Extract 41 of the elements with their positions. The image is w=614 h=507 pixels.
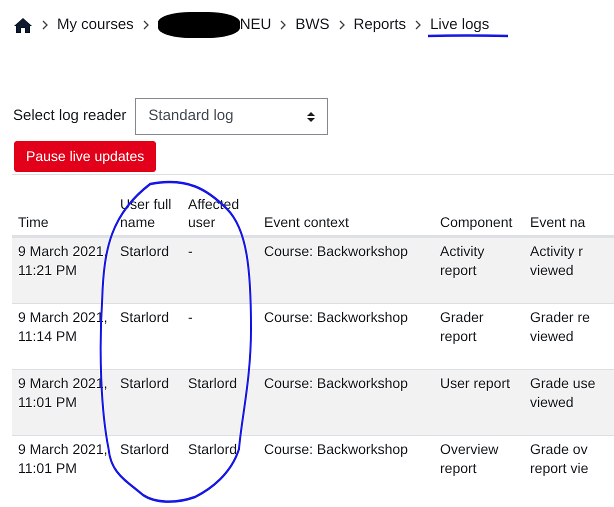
table-cell-text: Starlord — [119, 374, 170, 393]
table-cell-text: User report — [439, 374, 512, 393]
table-cell-text: Course: Backworkshop — [263, 440, 409, 459]
breadcrumb-link[interactable]: Live logs — [430, 14, 490, 36]
table-cell-text: 9 March 2021, 11:01 PM — [17, 440, 108, 478]
table-cell-text: Course: Backworkshop — [263, 242, 409, 261]
table-cell-text: - — [187, 242, 194, 261]
chevron-icon — [415, 20, 422, 30]
table-cell-text: Course: Backworkshop — [263, 308, 409, 327]
breadcrumb-link[interactable]: NEU — [240, 14, 272, 36]
table-cell-text: - — [187, 308, 194, 327]
breadcrumb-link[interactable]: BWS — [295, 14, 330, 36]
table-cell-text: Grader re viewed — [529, 308, 591, 346]
home-icon[interactable] — [13, 16, 33, 34]
table-cell-text: Grader report — [439, 308, 485, 346]
table-cell-text: Starlord — [187, 440, 238, 459]
column-header: Event context — [263, 213, 350, 232]
table-cell-text: Starlord — [119, 308, 170, 327]
table-cell-text: Starlord — [187, 374, 238, 393]
chevron-icon — [338, 20, 345, 30]
table-cell-text: Grade ov report vie — [529, 440, 590, 478]
log-reader-select[interactable]: Standard log — [135, 98, 328, 135]
table-cell-text: Starlord — [119, 242, 170, 261]
breadcrumb-link[interactable]: My courses — [57, 14, 134, 36]
table-cell-text: Activity report — [439, 242, 486, 280]
pause-button[interactable]: Pause live updates — [14, 141, 156, 172]
table-cell-text: Course: Backworkshop — [263, 374, 409, 393]
table-cell-text: Starlord — [119, 440, 170, 459]
chevron-icon — [42, 20, 48, 30]
table-cell-text: 9 March 2021, 11:21 PM — [17, 242, 108, 280]
table-cell-text: Grade use viewed — [529, 374, 596, 412]
column-header: Time — [17, 213, 50, 232]
chevron-icon — [280, 20, 286, 30]
chevron-icon — [142, 20, 149, 30]
breadcrumb-link[interactable]: Reports — [354, 14, 406, 36]
column-header: Event na — [529, 213, 586, 232]
table-cell-text: Activity r viewed — [529, 242, 584, 280]
sort-arrows-icon — [307, 110, 316, 122]
field-label: Select log reader — [13, 106, 126, 126]
table-cell-text: Overview report — [439, 440, 500, 478]
column-header: Component — [439, 213, 514, 232]
